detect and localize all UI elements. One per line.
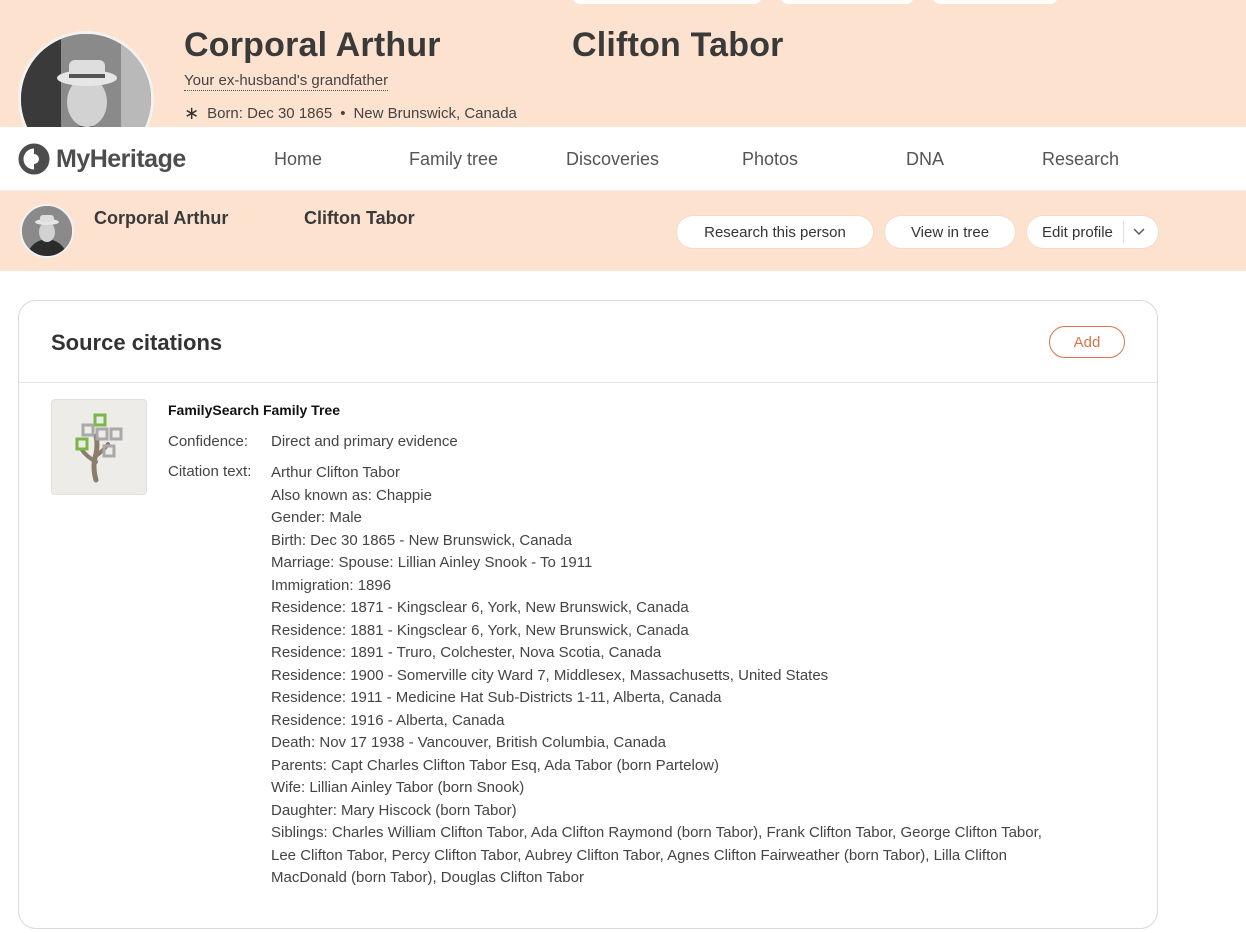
citation-text: Arthur Clifton Tabor Also known as: Chap…: [271, 462, 1061, 890]
personbar-name: Corporal Arthur Clifton Tabor: [94, 208, 415, 229]
nav-discoveries[interactable]: Discoveries: [566, 149, 659, 170]
card-divider: [19, 382, 1157, 383]
person-avatar[interactable]: [20, 204, 74, 258]
born-separator: •: [340, 105, 346, 122]
card-title: Source citations: [51, 330, 223, 355]
nav-research[interactable]: Research: [1042, 149, 1119, 170]
relationship-link[interactable]: Your ex-husband's grandfather: [184, 72, 389, 91]
born-place: New Brunswick, Canada: [353, 105, 517, 122]
confidence-value: Direct and primary evidence: [271, 433, 458, 450]
birth-info: ∗ Born: Dec 30 1865 • New Brunswick, Can…: [184, 103, 517, 124]
citation-line: Immigration: 1896: [271, 576, 392, 594]
hero-top-button[interactable]: [572, 0, 762, 4]
nav-family-tree[interactable]: Family tree: [409, 149, 498, 170]
main-navbar: MyHeritage Home Family tree Discoveries …: [0, 127, 1246, 191]
citation-line: Siblings: Charles William Clifton Tabor,…: [271, 824, 1042, 886]
nav-home[interactable]: Home: [274, 149, 322, 170]
citation-line: Residence: 1900 - Somerville city Ward 7…: [271, 666, 829, 684]
edit-profile-button[interactable]: Edit profile: [1027, 216, 1158, 248]
citation-line: Gender: Male: [271, 509, 362, 526]
citation-line: Residence: 1916 - Alberta, Canada: [271, 711, 505, 729]
edit-profile-label: Edit profile: [1042, 223, 1113, 241]
nav-dna[interactable]: DNA: [906, 149, 944, 170]
birth-star-icon: ∗: [184, 103, 200, 123]
logo-text: MyHeritage: [56, 144, 186, 173]
citation-line: Marriage: Spouse: Lillian Ainley Snook -…: [271, 554, 593, 571]
citation-line: Also known as: Chappie: [271, 486, 432, 504]
citation-line: Birth: Dec 30 1865 - New Brunswick, Cana…: [271, 531, 572, 549]
profile-photo[interactable]: [18, 31, 154, 127]
myheritage-logo-icon: [18, 143, 54, 175]
source-citations-card: Source citations Add FamilySearch Family…: [18, 300, 1158, 929]
citation-line: Residence: 1881 - Kingsclear 6, York, Ne…: [271, 621, 689, 639]
add-citation-button[interactable]: Add: [1049, 326, 1125, 358]
person-last-name: Clifton Tabor: [572, 26, 784, 64]
citation-line: Daughter: Mary Hiscock (born Tabor): [271, 801, 517, 819]
citation-line: Residence: 1911 - Medicine Hat Sub-Distr…: [271, 689, 722, 706]
personbar-first-name: Corporal Arthur: [94, 208, 229, 228]
citation-line: Residence: 1871 - Kingsclear 6, York, Ne…: [271, 599, 689, 616]
myheritage-logo[interactable]: MyHeritage: [18, 143, 186, 175]
personbar-last-name: Clifton Tabor: [304, 208, 415, 228]
hero-top-button[interactable]: [780, 0, 914, 4]
hero-top-button[interactable]: [932, 0, 1058, 4]
citation-line: Parents: Capt Charles Clifton Tabor Esq,…: [271, 756, 720, 774]
confidence-label: Confidence:: [168, 433, 249, 450]
citation-line: Arthur Clifton Tabor: [271, 464, 400, 481]
citation-line: Residence: 1891 - Truro, Colchester, Nov…: [271, 644, 662, 661]
research-this-person-button[interactable]: Research this person: [677, 216, 873, 248]
citation-line: Death: Nov 17 1938 - Vancouver, British …: [271, 734, 666, 751]
profile-hero: Corporal Arthur Clifton Tabor Your ex-hu…: [0, 0, 1246, 127]
chevron-down-icon[interactable]: [1124, 228, 1154, 236]
profile-photo-image: [21, 34, 151, 127]
born-date: Dec 30 1865: [247, 105, 333, 122]
nav-photos[interactable]: Photos: [742, 149, 798, 170]
citation-text-label: Citation text:: [168, 463, 252, 480]
source-title[interactable]: FamilySearch Family Tree: [168, 402, 340, 418]
person-avatar-image: [22, 206, 72, 256]
view-in-tree-button[interactable]: View in tree: [885, 216, 1015, 248]
born-label: Born:: [207, 105, 243, 122]
citation-line: Wife: Lillian Ainley Tabor (born Snook): [271, 779, 525, 796]
person-first-name: Corporal Arthur: [184, 26, 441, 64]
familysearch-tree-icon[interactable]: [51, 399, 147, 495]
